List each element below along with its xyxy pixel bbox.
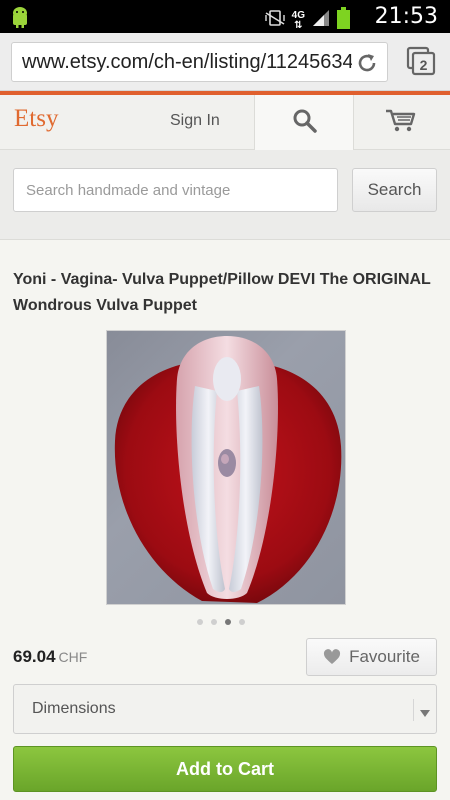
battery-icon xyxy=(337,7,350,34)
favourite-button[interactable]: Favourite xyxy=(306,638,437,676)
pagination-dot[interactable] xyxy=(197,619,203,625)
image-pagination xyxy=(197,619,245,625)
pagination-dot[interactable] xyxy=(211,619,217,625)
address-bar[interactable]: www.etsy.com/ch-en/listing/11245634 xyxy=(11,42,388,82)
browser-toolbar: www.etsy.com/ch-en/listing/11245634 2 xyxy=(0,33,450,91)
search-icon xyxy=(293,109,317,133)
android-icon xyxy=(10,5,30,34)
sign-in-link[interactable]: Sign In xyxy=(170,112,220,130)
tab-count: 2 xyxy=(420,57,428,73)
listing-image[interactable] xyxy=(106,330,346,605)
status-bar: 4G ⇅ 21:53 xyxy=(0,0,450,33)
add-to-cart-button[interactable]: Add to Cart xyxy=(13,746,437,792)
search-button[interactable]: Search xyxy=(352,168,437,212)
select-divider xyxy=(413,699,414,721)
listing-title: Yoni - Vagina- Vulva Puppet/Pillow DEVI … xyxy=(13,271,431,314)
price-value: 69.04 xyxy=(13,647,56,666)
clock: 21:53 xyxy=(374,4,438,29)
dimensions-select[interactable]: Dimensions xyxy=(13,684,437,734)
search-input[interactable] xyxy=(13,168,338,212)
search-row: Search xyxy=(0,150,450,240)
tabs-button[interactable]: 2 xyxy=(406,46,436,76)
search-tab[interactable] xyxy=(254,95,354,151)
dropdown-arrow-icon xyxy=(420,705,430,723)
pagination-dot[interactable] xyxy=(239,619,245,625)
site-header: Etsy Sign In xyxy=(0,95,450,151)
mute-vibrate-icon xyxy=(264,9,286,32)
reload-icon[interactable] xyxy=(355,51,379,80)
currency: CHF xyxy=(58,649,88,665)
etsy-logo[interactable]: Etsy xyxy=(14,105,58,133)
dimensions-label: Dimensions xyxy=(32,700,116,717)
heart-icon xyxy=(323,649,341,664)
network-type: 4G ⇅ xyxy=(291,9,305,31)
favourite-label: Favourite xyxy=(349,647,420,666)
pagination-dot-active[interactable] xyxy=(225,619,231,625)
price: 69.04 CHF xyxy=(13,647,87,667)
cart-icon[interactable] xyxy=(385,109,417,138)
signal-icon xyxy=(311,9,331,32)
url-text[interactable]: www.etsy.com/ch-en/listing/11245634 xyxy=(22,51,352,74)
